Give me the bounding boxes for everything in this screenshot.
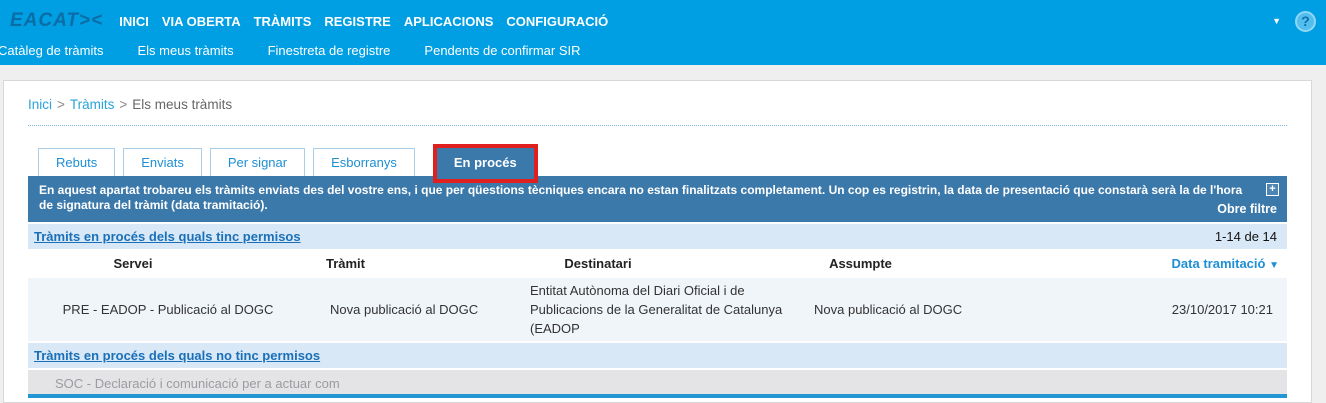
red-highlight-box: En procés [433, 144, 538, 183]
main-nav: INICI VIA OBERTA TRÀMITS REGISTRE APLICA… [119, 14, 608, 29]
nav-item-inici[interactable]: INICI [119, 14, 149, 29]
dotted-divider [28, 125, 1287, 126]
nav-item-via-oberta[interactable]: VIA OBERTA [162, 14, 241, 29]
breadcrumb-separator: > [119, 97, 127, 112]
table-row-no-permissions: SOC - Declaració i comunicació per a act… [28, 370, 1287, 394]
tab-enviats[interactable]: Enviats [123, 148, 202, 177]
tab-per-signar[interactable]: Per signar [210, 148, 305, 177]
column-header-data-tramitacio-sort[interactable]: Data tramitació ▼ [1028, 256, 1287, 271]
nav-item-tramits[interactable]: TRÀMITS [254, 14, 312, 29]
breadcrumb: Inici > Tràmits > Els meus tràmits [4, 81, 1311, 125]
table-header-row: Servei Tràmit Destinatari Assumpte Data … [28, 249, 1287, 277]
info-bar: En aquest apartat trobareu els tràmits e… [28, 176, 1287, 222]
breadcrumb-current: Els meus tràmits [132, 97, 232, 112]
main-nav-row: EACAT>< INICI VIA OBERTA TRÀMITS REGISTR… [0, 0, 1326, 38]
sub-nav-row: Catàleg de tràmits Els meus tràmits Fine… [0, 38, 1326, 63]
column-header-tramit: Tràmit [308, 256, 523, 271]
cell-servei-no-permissions: SOC - Declaració i comunicació per a act… [55, 376, 340, 391]
expand-plus-icon[interactable]: + [1266, 183, 1279, 196]
tab-en-proces[interactable]: En procés [437, 148, 534, 179]
tab-rebuts[interactable]: Rebuts [38, 148, 115, 177]
column-header-data-label: Data tramitació [1172, 256, 1266, 271]
tab-esborranys[interactable]: Esborranys [313, 148, 415, 177]
cell-servei: PRE - EADOP - Publicació al DOGC [28, 300, 308, 319]
breadcrumb-link-inici[interactable]: Inici [28, 97, 52, 112]
breadcrumb-link-tramits[interactable]: Tràmits [70, 97, 115, 112]
nav-item-aplicacions[interactable]: APLICACIONS [404, 14, 494, 29]
section-with-permissions-bar: Tràmits en procés dels quals tinc permis… [28, 224, 1287, 249]
section-without-permissions-link[interactable]: Tràmits en procés dels quals no tinc per… [34, 348, 320, 363]
sort-descending-icon: ▼ [1269, 260, 1279, 271]
table-row[interactable]: PRE - EADOP - Publicació al DOGC Nova pu… [28, 278, 1287, 341]
nav-item-configuracio[interactable]: CONFIGURACIÓ [506, 14, 608, 29]
column-header-servei: Servei [28, 256, 308, 271]
subnav-item-pendents-de-confirmar-sir[interactable]: Pendents de confirmar SIR [424, 43, 580, 58]
cell-tramit: Nova publicació al DOGC [308, 300, 523, 319]
result-count: 1-14 de 14 [1215, 229, 1277, 244]
column-header-assumpte: Assumpte [813, 256, 1028, 271]
section-without-permissions-bar: Tràmits en procés dels quals no tinc per… [28, 343, 1287, 368]
bottom-blue-strip [28, 394, 1287, 398]
open-filter-link[interactable]: Obre filtre [1217, 202, 1277, 217]
subnav-item-cataleg-de-tramits[interactable]: Catàleg de tràmits [0, 43, 104, 58]
cell-assumpte: Nova publicació al DOGC [813, 300, 1028, 319]
tab-bar: Rebuts Enviats Per signar Esborranys En … [28, 148, 1287, 176]
info-bar-text: En aquest apartat trobareu els tràmits e… [39, 183, 1242, 212]
user-menu-caret-icon[interactable]: ▼ [1272, 16, 1281, 26]
subnav-item-finestreta-de-registre[interactable]: Finestreta de registre [268, 43, 391, 58]
nav-item-registre[interactable]: REGISTRE [324, 14, 390, 29]
cell-data-tramitacio: 23/10/2017 10:21 [1028, 300, 1287, 319]
subnav-item-els-meus-tramits[interactable]: Els meus tràmits [138, 43, 234, 58]
top-navigation-bar: EACAT>< INICI VIA OBERTA TRÀMITS REGISTR… [0, 0, 1326, 65]
eacat-logo[interactable]: EACAT>< [10, 10, 103, 32]
cell-destinatari: Entitat Autònoma del Diari Oficial i de … [523, 281, 805, 338]
help-icon[interactable]: ? [1295, 11, 1316, 32]
content-panel: Inici > Tràmits > Els meus tràmits Rebuts En… [3, 80, 1312, 403]
column-header-destinatari: Destinatari [523, 256, 813, 271]
breadcrumb-separator: > [57, 97, 65, 112]
section-with-permissions-link[interactable]: Tràmits en procés dels quals tinc permis… [34, 229, 301, 244]
